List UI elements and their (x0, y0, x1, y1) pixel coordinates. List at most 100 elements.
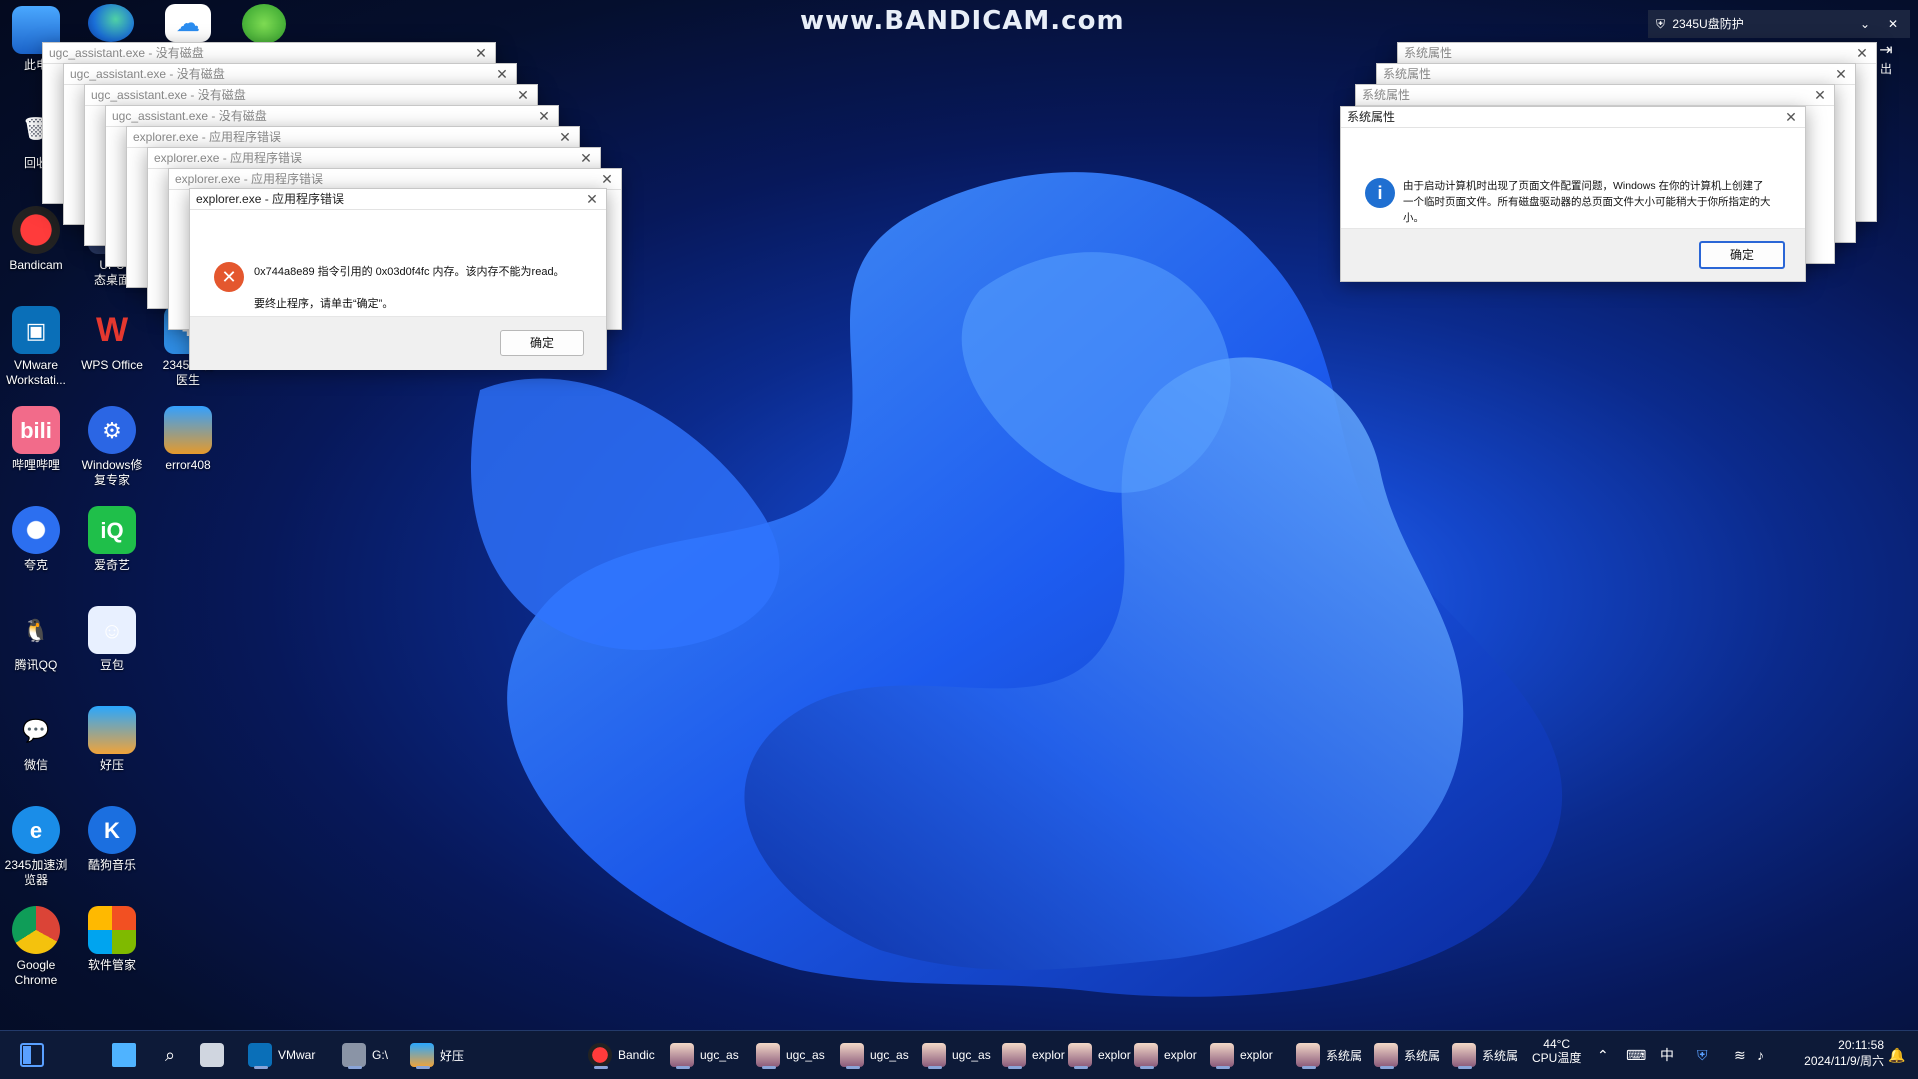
taskbar-item-label: ugc_as (952, 1048, 991, 1062)
close-icon[interactable]: ✕ (1812, 85, 1828, 105)
dialog-titlebar[interactable]: ugc_assistant.exe - 没有磁盘 ✕ (85, 85, 537, 106)
ok-button[interactable]: 确定 (1699, 241, 1785, 269)
desktop-icon-qq[interactable]: 🐧 腾讯QQ (0, 606, 76, 673)
dialog-title: explorer.exe - 应用程序错误 (196, 192, 345, 206)
close-icon[interactable]: ✕ (1783, 107, 1799, 127)
running-indicator (1216, 1066, 1230, 1069)
taskbar-item[interactable] (200, 1039, 230, 1071)
desktop-icon-softmgr[interactable]: 软件管家 (72, 906, 152, 973)
wifi-icon[interactable]: ≋ (1734, 1031, 1746, 1079)
taskbar-item[interactable]: ugc_as (670, 1039, 739, 1071)
running-indicator (1302, 1066, 1316, 1069)
dialog-title: 系统属性 (1383, 67, 1432, 81)
dialog-titlebar[interactable]: ugc_assistant.exe - 没有磁盘 ✕ (64, 64, 516, 85)
cpu-temp[interactable]: 44°C CPU温度 (1532, 1037, 1581, 1073)
close-icon[interactable]: ✕ (1833, 64, 1849, 84)
taskbar-item-label: explor (1240, 1048, 1273, 1062)
desktop-icon-iqiyi[interactable]: iQ 爱奇艺 (72, 506, 152, 573)
anime-avatar-icon (1068, 1043, 1092, 1067)
close-icon[interactable]: ✕ (557, 127, 573, 147)
taskbar-item-label: explor (1098, 1048, 1131, 1062)
desktop-icon-bilibili[interactable]: bili 哔哩哔哩 (0, 406, 76, 473)
dialog-title: explorer.exe - 应用程序错误 (175, 172, 324, 186)
taskbar-item[interactable]: explor (1002, 1039, 1065, 1071)
dialog-titlebar[interactable]: 系统属性 ✕ (1341, 107, 1805, 128)
dialog-title: ugc_assistant.exe - 没有磁盘 (91, 88, 246, 102)
clock[interactable]: 20:11:58 2024/11/9/周六 (1792, 1037, 1884, 1073)
taskbar-item-label: explor (1164, 1048, 1197, 1062)
close-icon[interactable]: ✕ (494, 64, 510, 84)
dialog-title: ugc_assistant.exe - 没有磁盘 (112, 109, 267, 123)
desktop-icon-chrome[interactable]: Google Chrome (0, 906, 76, 988)
green-app-icon[interactable] (242, 4, 286, 44)
desktop-icon-label: 豆包 (99, 658, 124, 672)
taskbar-item-label: ugc_as (786, 1048, 825, 1062)
taskbar-item[interactable]: 系统属 (1374, 1039, 1440, 1071)
chevron-down-icon[interactable]: ⌄ (1860, 10, 1870, 38)
desktop-icon-vmware[interactable]: ▣ VMware Workstati... (0, 306, 76, 388)
taskbar-item[interactable]: 系统属 (1452, 1039, 1518, 1071)
close-icon[interactable]: ✕ (1854, 43, 1870, 63)
taskbar-item[interactable]: ugc_as (756, 1039, 825, 1071)
cloud-icon[interactable]: ☁ (165, 4, 211, 42)
taskbar-item[interactable]: 好压 (410, 1039, 464, 1071)
close-icon[interactable]: ✕ (536, 106, 552, 126)
taskbar-item[interactable]: 系统属 (1296, 1039, 1362, 1071)
desktop-icon-haozip[interactable]: 好压 (72, 706, 152, 773)
vmware-icon: ▣ (12, 306, 60, 354)
dialog-title: ugc_assistant.exe - 没有磁盘 (49, 46, 204, 60)
taskbar-item[interactable]: explor (1068, 1039, 1131, 1071)
keyboard-icon[interactable]: ⌨ (1626, 1031, 1646, 1079)
clock-time: 20:11:58 (1838, 1038, 1884, 1052)
shield-tray-icon[interactable]: ⛨ (1697, 1031, 1708, 1079)
dialog-titlebar[interactable]: ugc_assistant.exe - 没有磁盘 ✕ (106, 106, 558, 127)
taskbar-item[interactable]: ugc_as (922, 1039, 991, 1071)
desktop-icon-label: 酷狗音乐 (87, 858, 136, 872)
desktop-icon-kugou[interactable]: K 酷狗音乐 (72, 806, 152, 873)
doubao-icon: ☺ (88, 606, 136, 654)
task-view-icon (200, 1043, 224, 1067)
volume-icon[interactable]: ♪ (1757, 1031, 1764, 1079)
desktop-icon-doubao[interactable]: ☺ 豆包 (72, 606, 152, 673)
desktop-icon-wps[interactable]: W WPS Office (72, 306, 152, 373)
taskbar-item[interactable]: VMwar (248, 1039, 315, 1071)
dialog-titlebar[interactable]: ugc_assistant.exe - 没有磁盘 ✕ (43, 43, 495, 64)
desktop-icon-error408[interactable]: error408 (148, 406, 228, 473)
desktop-icon-2345browser[interactable]: e 2345加速浏 览器 (0, 806, 76, 888)
edge-icon[interactable] (88, 4, 134, 42)
desktop-icon-winrepair[interactable]: ⚙ Windows修 复专家 (72, 406, 152, 488)
widgets-button[interactable] (20, 1043, 44, 1067)
taskbar-item[interactable]: ugc_as (840, 1039, 909, 1071)
desktop-icon-label: 哔哩哔哩 (11, 458, 60, 472)
taskbar-item[interactable]: G:\ (342, 1039, 388, 1071)
dialog-titlebar[interactable]: explorer.exe - 应用程序错误 ✕ (127, 127, 579, 148)
taskbar-item-label: 系统属 (1404, 1048, 1441, 1063)
desktop-icon-wechat[interactable]: 💬 微信 (0, 706, 76, 773)
taskbar-item[interactable]: ⌕ (158, 1039, 188, 1071)
desktop-icon-quark[interactable]: 夸克 (0, 506, 76, 573)
close-icon[interactable]: ✕ (1888, 10, 1898, 38)
taskbar-item[interactable] (112, 1039, 142, 1071)
taskbar-item[interactable]: explor (1134, 1039, 1197, 1071)
taskbar-item[interactable]: Bandic (588, 1039, 655, 1071)
dialog-titlebar[interactable]: 系统属性 ✕ (1356, 85, 1834, 106)
dialog-titlebar[interactable]: explorer.exe - 应用程序错误 ✕ (169, 169, 621, 190)
ime-indicator[interactable]: 中 (1660, 1031, 1674, 1079)
dialog-titlebar[interactable]: explorer.exe - 应用程序错误 ✕ (148, 148, 600, 169)
close-icon[interactable]: ✕ (584, 189, 600, 209)
dialog-titlebar[interactable]: 系统属性 ✕ (1398, 43, 1876, 64)
close-icon[interactable]: ✕ (515, 85, 531, 105)
close-icon[interactable]: ✕ (473, 43, 489, 63)
ok-button[interactable]: 确定 (500, 330, 584, 356)
repair-icon: ⚙ (88, 406, 136, 454)
desktop-icon-label: 腾讯QQ (14, 658, 58, 672)
close-icon[interactable]: ✕ (599, 169, 615, 189)
notification-bell-icon[interactable]: 🔔 (1888, 1031, 1905, 1079)
dialog-title: 系统属性 (1362, 88, 1411, 102)
wps-icon: W (95, 310, 129, 349)
chevron-up-icon[interactable]: ⌃ (1597, 1031, 1609, 1079)
dialog-titlebar[interactable]: explorer.exe - 应用程序错误 ✕ (190, 189, 606, 210)
dialog-titlebar[interactable]: 系统属性 ✕ (1377, 64, 1855, 85)
taskbar-item[interactable]: explor (1210, 1039, 1273, 1071)
close-icon[interactable]: ✕ (578, 148, 594, 168)
